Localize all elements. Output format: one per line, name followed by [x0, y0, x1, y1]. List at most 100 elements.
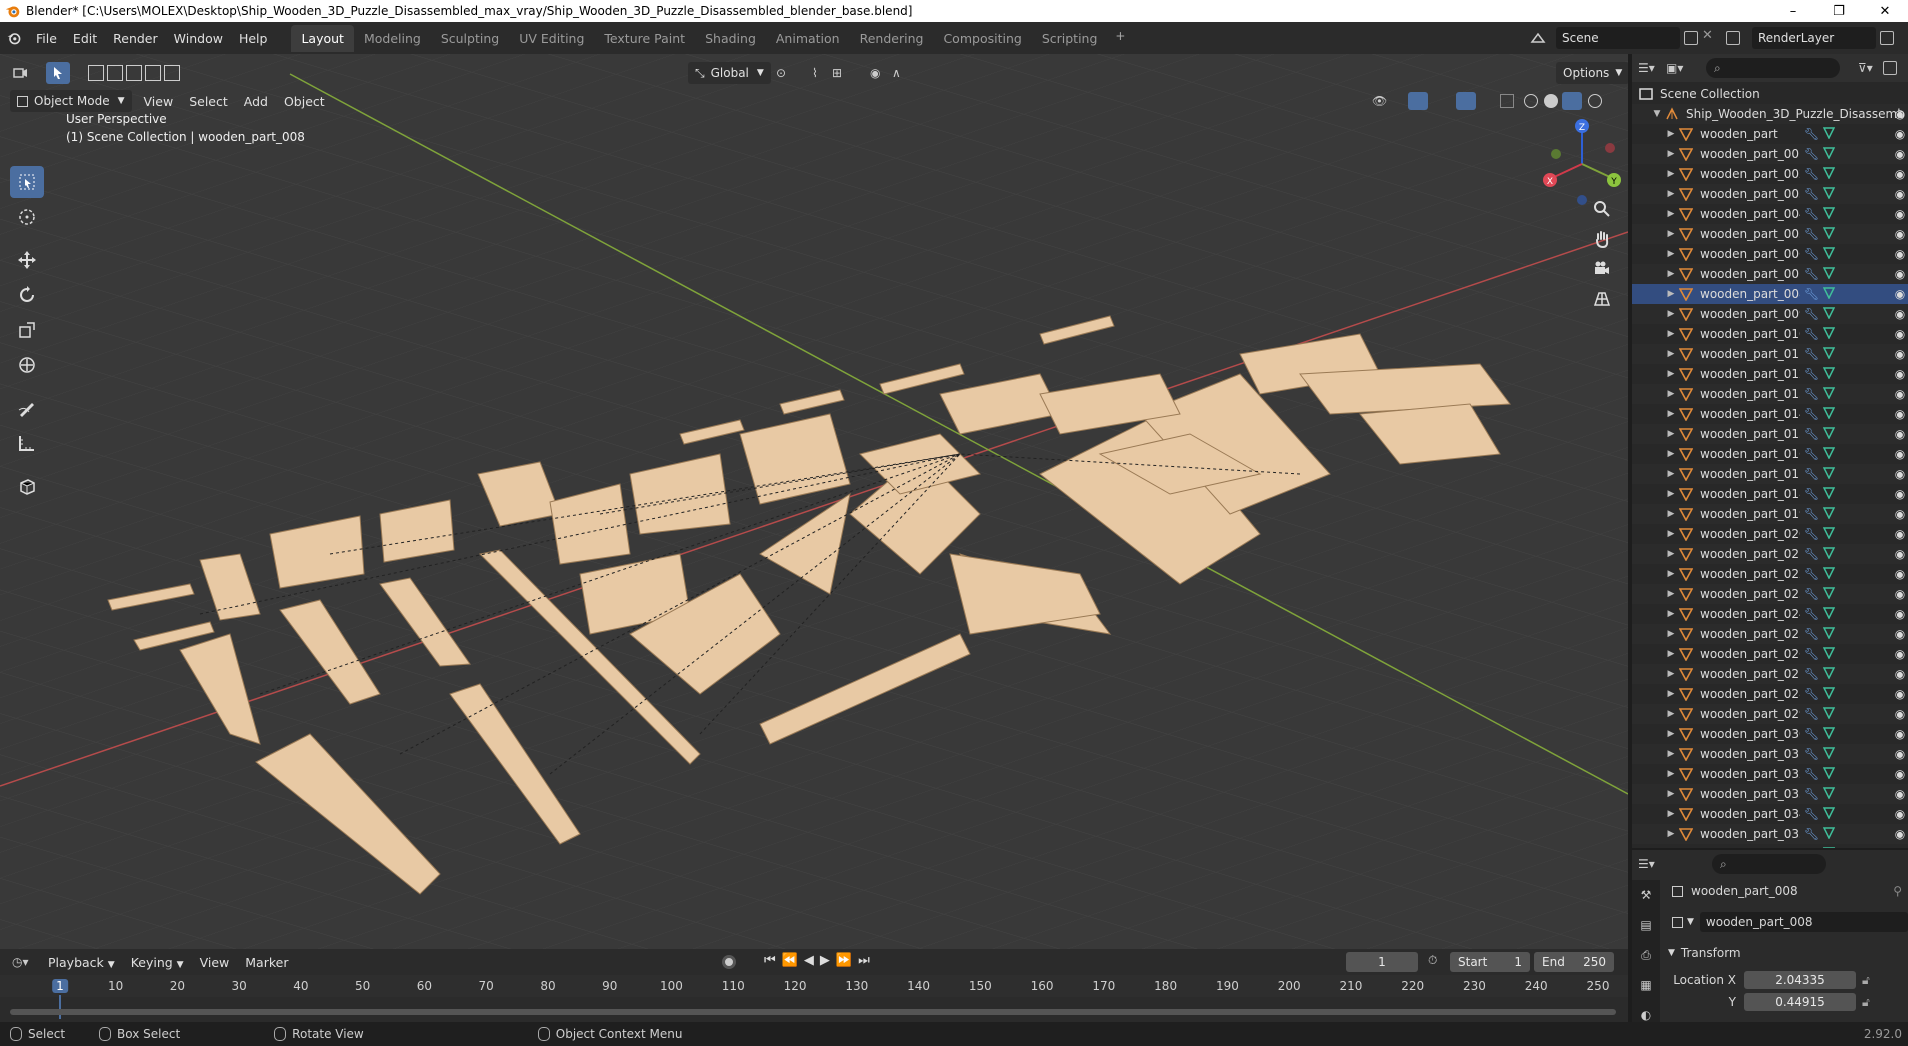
modifier-wrench-icon[interactable]: 🔧︎	[1804, 687, 1819, 701]
next-keyframe-icon[interactable]: ⏩	[836, 953, 852, 968]
tab-sculpting[interactable]: Sculpting	[431, 25, 509, 52]
modifier-wrench-icon[interactable]: 🔧︎	[1804, 227, 1819, 241]
outliner-collection-row[interactable]: ▼ Ship_Wooden_3D_Puzzle_Disassemb ◉	[1632, 104, 1908, 124]
visibility-eye-icon[interactable]: ◉	[1892, 507, 1908, 521]
outliner-object-row[interactable]: ▶ wooden_part_009 🔧︎ ◉	[1632, 304, 1908, 324]
visibility-eye-icon[interactable]: ◉	[1892, 387, 1908, 401]
visibility-eye-icon[interactable]: ◉	[1892, 647, 1908, 661]
mesh-data-icon[interactable]	[1823, 646, 1836, 662]
gizmo-toggle-icon[interactable]	[1408, 92, 1428, 110]
snap-icon[interactable]: ⌇	[812, 66, 818, 80]
expand-arrow-icon[interactable]: ▶	[1664, 129, 1678, 139]
proportional-edit-icon[interactable]: ◉	[870, 66, 880, 80]
expand-arrow-icon[interactable]: ▶	[1664, 249, 1678, 259]
outliner-object-row[interactable]: ▶ wooden_part_016 🔧︎ ◉	[1632, 444, 1908, 464]
tab-texture-paint[interactable]: Texture Paint	[594, 25, 695, 52]
expand-arrow-icon[interactable]: ▶	[1664, 209, 1678, 219]
outliner-object-row[interactable]: ▶ wooden_part_029 🔧︎ ◉	[1632, 704, 1908, 724]
scene-icon[interactable]	[1530, 30, 1546, 46]
tab-layout[interactable]: Layout	[291, 24, 354, 52]
modifier-wrench-icon[interactable]: 🔧︎	[1804, 287, 1819, 301]
datablock-type-icon[interactable]	[1672, 916, 1683, 928]
tab-scripting[interactable]: Scripting	[1032, 25, 1108, 52]
visibility-eye-icon[interactable]: ◉	[1892, 627, 1908, 641]
tab-shading[interactable]: Shading	[695, 25, 766, 52]
visibility-eye-icon[interactable]: ◉	[1892, 467, 1908, 481]
expand-arrow-icon[interactable]: ▶	[1664, 709, 1678, 719]
timeline-scrollbar[interactable]	[10, 1009, 1616, 1015]
outliner-object-row[interactable]: ▶ wooden_part_017 🔧︎ ◉	[1632, 464, 1908, 484]
viewport-scene[interactable]	[0, 54, 1628, 949]
visibility-eye-icon[interactable]: ◉	[1892, 167, 1908, 181]
record-button[interactable]	[722, 955, 736, 969]
modifier-wrench-icon[interactable]: 🔧︎	[1804, 647, 1819, 661]
expand-arrow-icon[interactable]: ▶	[1664, 569, 1678, 579]
modifier-wrench-icon[interactable]: 🔧︎	[1804, 207, 1819, 221]
outliner-object-row[interactable]: ▶ wooden_part_028 🔧︎ ◉	[1632, 684, 1908, 704]
expand-arrow-icon[interactable]: ▶	[1664, 809, 1678, 819]
mode-set-icon[interactable]	[88, 65, 104, 81]
play-icon[interactable]: ▶	[820, 953, 830, 968]
end-frame-field[interactable]: End 250	[1534, 952, 1614, 972]
scene-selector[interactable]: Scene	[1556, 27, 1680, 49]
orientation-dropdown[interactable]: ⤡ Global ▼	[688, 62, 771, 84]
outliner-object-row[interactable]: ▶ wooden_part_035 🔧︎ ◉	[1632, 824, 1908, 844]
outliner-object-row[interactable]: ▶ wooden_part_032 🔧︎ ◉	[1632, 764, 1908, 784]
timeline-menu-keying[interactable]: Keying ▼	[123, 955, 192, 970]
mode-intersect-icon[interactable]	[164, 65, 180, 81]
visibility-eye-icon[interactable]: ◉	[1892, 247, 1908, 261]
modifier-wrench-icon[interactable]: 🔧︎	[1804, 567, 1819, 581]
modifier-wrench-icon[interactable]: 🔧︎	[1804, 127, 1819, 141]
visibility-eye-icon[interactable]: ◉	[1892, 427, 1908, 441]
outliner-object-row[interactable]: ▶ wooden_part_019 🔧︎ ◉	[1632, 504, 1908, 524]
mesh-data-icon[interactable]	[1823, 126, 1836, 142]
transform-panel-header[interactable]: ▼ Transform	[1664, 940, 1908, 966]
modifier-wrench-icon[interactable]: 🔧︎	[1804, 387, 1819, 401]
shading-solid-icon[interactable]	[1544, 94, 1558, 108]
outliner-object-row[interactable]: ▶ wooden_part_026 🔧︎ ◉	[1632, 644, 1908, 664]
expand-arrow-icon[interactable]: ▶	[1664, 589, 1678, 599]
visibility-eye-icon[interactable]: ◉	[1892, 547, 1908, 561]
outliner-object-row[interactable]: ▶ wooden_part_003 🔧︎ ◉	[1632, 184, 1908, 204]
outliner-object-row[interactable]: ▶ wooden_part_005 🔧︎ ◉	[1632, 224, 1908, 244]
display-mode-icon[interactable]: ▣▾	[1666, 61, 1694, 75]
minimize-button[interactable]: –	[1770, 0, 1816, 22]
view-layer-icon[interactable]	[1726, 31, 1740, 45]
modifier-wrench-icon[interactable]: 🔧︎	[1804, 467, 1819, 481]
new-collection-icon[interactable]	[1882, 61, 1897, 75]
visibility-eye-icon[interactable]: ◉	[1892, 447, 1908, 461]
modifier-wrench-icon[interactable]: 🔧︎	[1804, 547, 1819, 561]
viewport-menu-view[interactable]: View	[136, 94, 182, 109]
start-frame-field[interactable]: Start 1	[1450, 952, 1530, 972]
tab-compositing[interactable]: Compositing	[933, 25, 1031, 52]
prev-keyframe-icon[interactable]: ⏪	[782, 953, 798, 968]
mesh-data-icon[interactable]	[1823, 526, 1836, 542]
output-tab-icon[interactable]: ⎙	[1632, 940, 1660, 970]
move-tool[interactable]	[10, 244, 44, 276]
tab-rendering[interactable]: Rendering	[850, 25, 934, 52]
menu-file[interactable]: File	[28, 27, 65, 50]
modifier-wrench-icon[interactable]: 🔧︎	[1804, 787, 1819, 801]
visibility-eye-icon[interactable]: ◉	[1892, 707, 1908, 721]
visibility-eye-icon[interactable]: ◉	[1892, 307, 1908, 321]
visibility-eye-icon[interactable]: ◉	[1892, 667, 1908, 681]
add-cube-tool[interactable]	[10, 470, 44, 502]
pin-icon[interactable]: ⚲	[1893, 884, 1902, 898]
modifier-wrench-icon[interactable]: 🔧︎	[1804, 827, 1819, 841]
properties-search-input[interactable]: ⌕	[1712, 854, 1826, 874]
filter-icon[interactable]: ⊽▾	[1858, 61, 1873, 75]
modifier-wrench-icon[interactable]: 🔧︎	[1804, 767, 1819, 781]
shading-wireframe-icon[interactable]	[1524, 94, 1538, 108]
expand-arrow-icon[interactable]: ▶	[1664, 309, 1678, 319]
editor-type-button[interactable]	[8, 62, 36, 84]
expand-arrow-icon[interactable]: ▼	[1650, 109, 1664, 119]
snap-target-icon[interactable]: ⊞	[832, 66, 842, 80]
mesh-data-icon[interactable]	[1823, 586, 1836, 602]
mesh-data-icon[interactable]	[1823, 546, 1836, 562]
view-layer-tab-icon[interactable]: ▦	[1632, 970, 1660, 1000]
pivot-icon[interactable]: ⊙	[776, 66, 786, 80]
mesh-data-icon[interactable]	[1823, 786, 1836, 802]
viewport-menu-object[interactable]: Object	[276, 94, 333, 109]
expand-arrow-icon[interactable]: ▶	[1664, 389, 1678, 399]
visibility-eye-icon[interactable]: ◉	[1892, 487, 1908, 501]
